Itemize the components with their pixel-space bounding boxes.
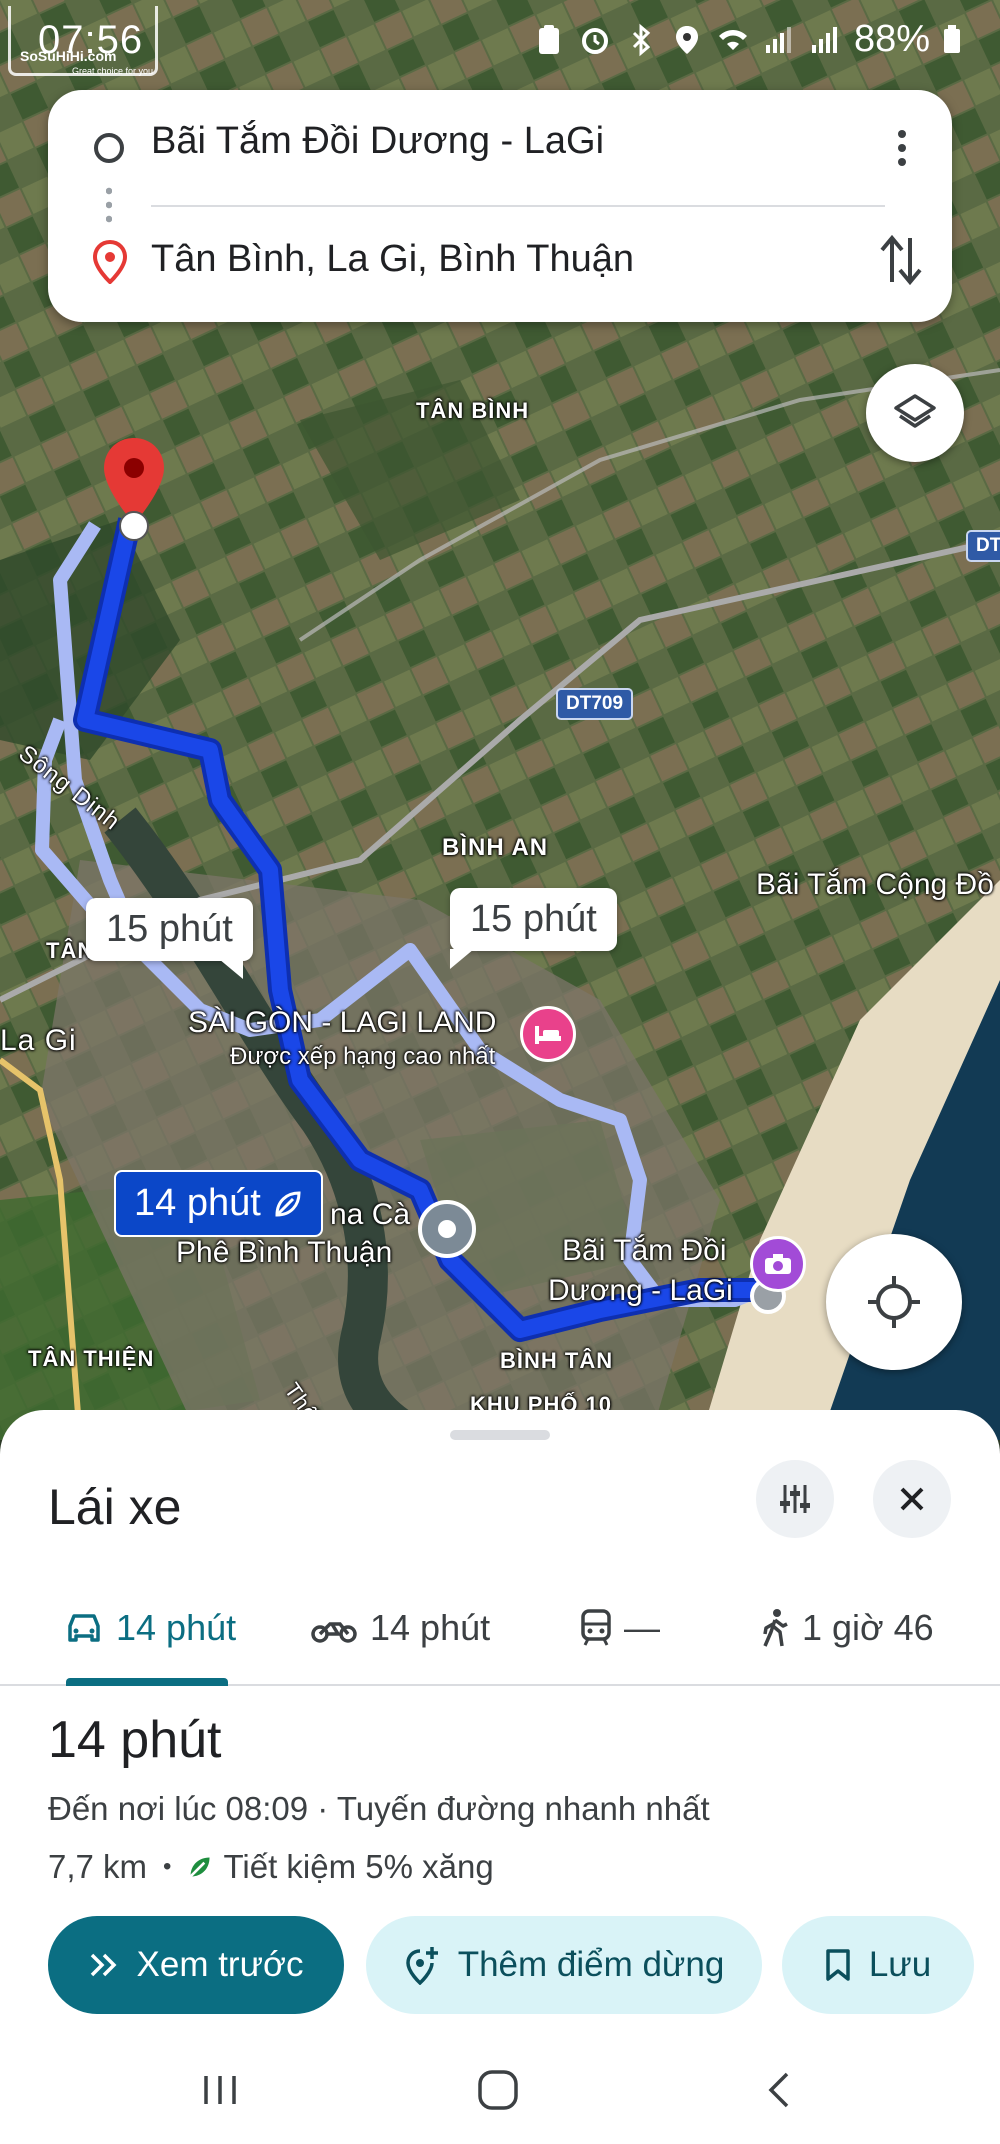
- active-tab-indicator: [66, 1678, 228, 1686]
- back-chevron-icon: [768, 2072, 789, 2108]
- origin-circle-icon: [94, 133, 124, 163]
- road-badge-dt: DT: [966, 530, 1000, 562]
- fuel-saving-text: Tiết kiệm 5% xăng: [223, 1848, 494, 1885]
- route-duration: 14 phút: [48, 1711, 222, 1769]
- alt-route-callout-right[interactable]: 15 phút: [450, 888, 617, 969]
- add-stop-button[interactable]: Thêm điểm dừng: [366, 1916, 762, 2014]
- sheet-drag-handle[interactable]: [450, 1430, 550, 1440]
- area-label-tan-binh: TÂN BÌNH: [416, 398, 530, 423]
- hotel-pin-icon[interactable]: [520, 1006, 576, 1062]
- poi-label-beach-cong-dong[interactable]: Bãi Tắm Cộng Đồ: [756, 866, 994, 904]
- recents-icon: [204, 2076, 236, 2104]
- tab-walking-label: 1 giờ 46: [802, 1607, 934, 1648]
- tab-driving[interactable]: 14 phút: [64, 1570, 236, 1686]
- road-badge-dt709: DT709: [556, 688, 634, 720]
- card-divider: [151, 205, 885, 207]
- layers-icon: [894, 394, 936, 428]
- city-label-la-gi: La Gi: [0, 1024, 77, 1057]
- tab-motorbike[interactable]: 14 phút: [310, 1570, 490, 1686]
- home-icon: [478, 2070, 518, 2110]
- map-view[interactable]: TÂN BÌNH BÌNH AN BÌNH TÂN TÂN THIỆN TÂN …: [0, 0, 1000, 1440]
- alarm-icon: [581, 27, 608, 54]
- status-bar: 07:56 SoSuHiHi.com Great choice for you …: [0, 0, 1000, 86]
- destination-pin-icon[interactable]: [102, 436, 166, 546]
- preview-button[interactable]: Xem trước: [48, 1916, 344, 2014]
- poi-sublabel-lagi-land: Được xếp hạng cao nhất: [230, 1043, 496, 1070]
- selected-route-callout[interactable]: 14 phút: [114, 1170, 323, 1237]
- crosshair-icon: [868, 1276, 920, 1328]
- tab-walking[interactable]: 1 giờ 46: [760, 1570, 934, 1686]
- close-button[interactable]: [873, 1460, 951, 1538]
- selected-route-time: 14 phút: [134, 1182, 261, 1224]
- destination-marker-icon: [92, 240, 128, 284]
- tab-transit[interactable]: —: [580, 1570, 660, 1686]
- poi-label-lagi-land[interactable]: SÀI GÒN - LAGI LAND: [188, 1004, 496, 1042]
- distance-info: 7,7 km • Tiết kiệm 5% xăng: [48, 1848, 494, 1886]
- map-layers-button[interactable]: [866, 364, 964, 462]
- save-button-label: Lưu: [868, 1945, 932, 1984]
- eco-leaf-icon: [190, 1857, 210, 1878]
- motorbike-icon: [311, 1622, 357, 1643]
- signal-2-icon: [811, 26, 837, 53]
- poi-label-cafe-line2[interactable]: Phê Bình Thuận: [176, 1234, 392, 1272]
- route-input-card: Bãi Tắm Đồi Dương - LaGi Tân Bình, La Gi…: [48, 90, 952, 322]
- directions-sheet: Lái xe 14 phút 14 phút — 1 giờ 46 14 phú…: [0, 1410, 1000, 2144]
- add-stop-button-label: Thêm điểm dừng: [457, 1945, 725, 1984]
- my-location-button[interactable]: [826, 1234, 962, 1370]
- poi-label-beach-line2[interactable]: Dương - LaGi: [548, 1272, 733, 1310]
- origin-input[interactable]: Bãi Tắm Đồi Dương - LaGi: [151, 120, 604, 163]
- walk-icon: [763, 1609, 788, 1647]
- close-icon: [900, 1487, 924, 1511]
- tune-icon: [780, 1485, 810, 1513]
- tab-motorbike-label: 14 phút: [370, 1607, 491, 1648]
- area-label-tan-thien: TÂN THIỆN: [28, 1346, 155, 1371]
- watermark-text: SoSuHiHi.com: [20, 48, 117, 64]
- bookmark-icon: [826, 1949, 850, 1981]
- sheet-title: Lái xe: [48, 1479, 182, 1535]
- eco-leaf-icon: [275, 1190, 301, 1217]
- car-icon: [68, 1614, 100, 1642]
- area-label-binh-an: BÌNH AN: [442, 834, 549, 861]
- destination-input[interactable]: Tân Bình, La Gi, Bình Thuận: [151, 238, 634, 281]
- signal-icon: [765, 26, 791, 53]
- double-chevron-right-icon: [90, 1953, 116, 1977]
- system-navigation-bar: [0, 2030, 1000, 2144]
- watermark-subtext: Great choice for you: [72, 66, 154, 76]
- route-dots-icon: [106, 184, 112, 224]
- travel-mode-tabs: 14 phút 14 phút — 1 giờ 46: [0, 1570, 1000, 1686]
- add-location-icon: [405, 1947, 438, 1985]
- tab-driving-label: 14 phút: [116, 1607, 237, 1648]
- separator-dot: •: [163, 1853, 172, 1880]
- camera-pin-icon[interactable]: [750, 1236, 806, 1292]
- bluetooth-icon: [632, 23, 651, 56]
- route-distance: 7,7 km: [48, 1848, 148, 1885]
- back-button[interactable]: [750, 2060, 810, 2120]
- route-options-button[interactable]: [756, 1460, 834, 1538]
- clipboard-icon: [538, 24, 559, 54]
- alt-route-callout-left[interactable]: 15 phút: [86, 898, 253, 979]
- battery-icon: [944, 24, 960, 53]
- battery-percent: 88%: [853, 18, 930, 60]
- recent-apps-button[interactable]: [190, 2060, 250, 2120]
- preview-button-label: Xem trước: [136, 1945, 304, 1984]
- poi-label-cafe-line1[interactable]: na Cà: [330, 1196, 410, 1234]
- home-button[interactable]: [468, 2060, 528, 2120]
- location-icon: [675, 25, 698, 54]
- more-options-button[interactable]: [882, 118, 922, 178]
- cafe-pin-icon[interactable]: [418, 1200, 476, 1258]
- save-button[interactable]: Lưu: [782, 1916, 974, 2014]
- arrival-info: Đến nơi lúc 08:09 · Tuyến đường nhanh nh…: [48, 1790, 710, 1827]
- poi-label-beach-line1[interactable]: Bãi Tắm Đồi: [562, 1232, 727, 1270]
- status-icons: 88%: [532, 18, 962, 61]
- transit-icon: [581, 1609, 611, 1646]
- swap-directions-button[interactable]: [878, 232, 924, 288]
- wifi-icon: [718, 29, 747, 50]
- area-label-binh-tan: BÌNH TÂN: [500, 1348, 614, 1373]
- tab-transit-label: —: [624, 1607, 660, 1648]
